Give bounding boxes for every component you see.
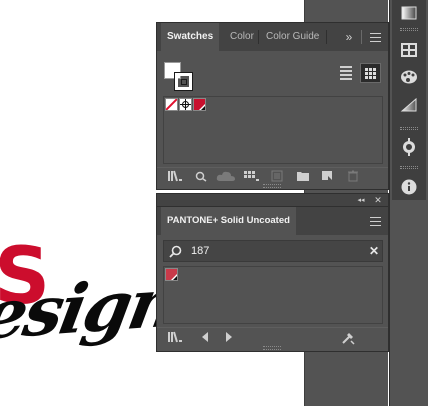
swatches-panel: Swatches Color Color Guide » [156,22,389,190]
delete-swatch-icon[interactable] [345,170,361,184]
tab-separator-2 [326,30,327,44]
gradient-icon[interactable] [392,0,426,26]
dock-grip-2[interactable] [400,127,418,130]
screen: S esign Swatches Color Color Guide » ◂◂ … [0,0,428,406]
new-color-group-icon[interactable] [295,170,311,184]
swatch-pantone-187[interactable] [165,268,178,281]
swatch-options-icon[interactable] [269,170,285,184]
info-icon[interactable] [392,174,426,200]
collapse-panel-icon[interactable]: ◂◂ [355,194,367,206]
next-library-icon[interactable] [221,331,237,345]
new-swatch-icon[interactable] [320,170,336,184]
swatches-tabbar: Swatches Color Color Guide » [157,23,388,51]
grid-view-button[interactable] [360,63,381,83]
clear-search-icon[interactable]: ✕ [367,244,381,258]
swatches-icon[interactable] [392,37,426,63]
list-view-button[interactable] [337,64,355,82]
pantone-results [163,266,383,324]
list-view-line [340,78,352,80]
pantone-libraries-icon[interactable] [167,331,183,345]
swatch-registration[interactable] [179,98,192,111]
search-icon [169,245,182,258]
pantone-header-strip: ◂◂ ✕ [156,193,389,206]
footer-divider [157,167,388,168]
close-panel-icon[interactable]: ✕ [372,194,384,206]
color-palette-icon[interactable] [392,64,426,90]
panel-menu-icon[interactable] [370,33,381,42]
dock-grip[interactable] [400,28,418,31]
grid-view-icon [365,67,376,79]
list-view-line [340,66,352,68]
pantone-footer-divider [157,327,388,328]
stroke-swatch-inner [181,79,187,85]
tab-swatches[interactable]: Swatches [161,23,220,51]
list-view-line [340,70,352,72]
tab-color-guide[interactable]: Color Guide [260,23,325,51]
tab-separator [258,30,259,44]
logo-script: esign [0,262,184,356]
search-input[interactable]: 187 [191,244,209,258]
swatch-crimson[interactable] [193,98,206,111]
show-kinds-icon[interactable] [193,170,209,184]
pantone-tabbar: PANTONE+ Solid Uncoated [157,207,388,235]
tab-color[interactable]: Color [224,23,260,51]
previous-library-icon[interactable] [197,331,213,345]
swatch-libraries-icon[interactable] [167,170,183,184]
gradient-ramp-icon[interactable] [392,92,426,118]
cloud-library-icon[interactable] [215,170,237,184]
dock-grip-3[interactable] [400,166,418,169]
pantone-resize-grip[interactable] [263,346,281,350]
pantone-panel: PANTONE+ Solid Uncoated 187 ✕ [156,206,389,352]
tab-pantone-library[interactable]: PANTONE+ Solid Uncoated [161,207,296,235]
menu-separator [361,30,362,44]
appearance-icon[interactable] [392,134,426,160]
swatch-grid [163,96,383,164]
overflow-tabs-icon[interactable]: » [343,30,355,44]
swatch-none[interactable] [165,98,178,111]
swatches-resize-grip[interactable] [263,184,281,188]
pantone-menu-icon[interactable] [370,217,381,226]
pantone-search-box[interactable]: 187 ✕ [163,240,383,262]
list-view-line [340,74,352,76]
add-to-swatches-icon[interactable] [340,331,356,345]
color-group-icon[interactable] [243,170,259,184]
